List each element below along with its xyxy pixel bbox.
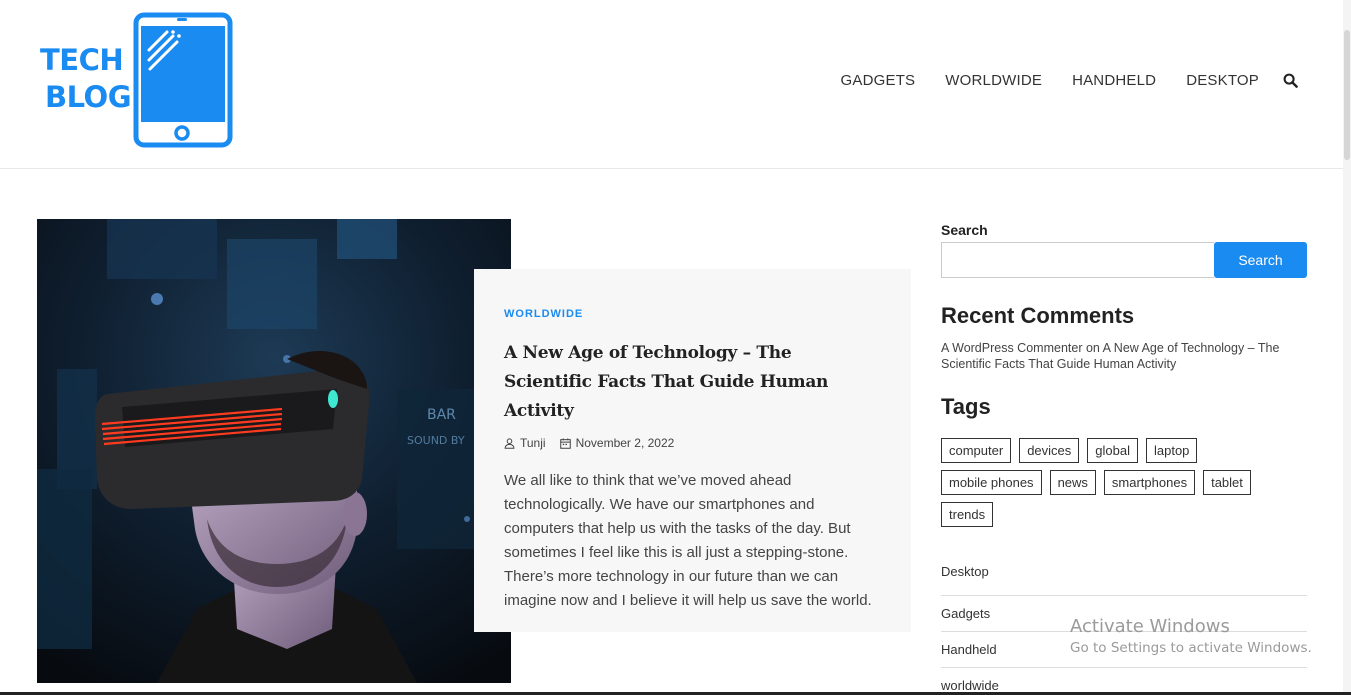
post-featured-image[interactable]: BAR SOUND BY bbox=[37, 219, 511, 683]
nav-item-desktop[interactable]: DESKTOP bbox=[1186, 72, 1259, 89]
comment-connector: on bbox=[1085, 341, 1100, 355]
vr-headset-photo: BAR SOUND BY bbox=[37, 219, 511, 683]
comment-author-link[interactable]: A WordPress Commenter bbox=[941, 341, 1082, 355]
post-author[interactable]: Tunji bbox=[504, 436, 546, 450]
tag-trends[interactable]: trends bbox=[941, 502, 994, 527]
recent-comment-item: A WordPress Commenter on A New Age of Te… bbox=[941, 340, 1307, 372]
post-date[interactable]: November 2, 2022 bbox=[559, 436, 675, 450]
nav-item-handheld[interactable]: HANDHELD bbox=[1072, 72, 1156, 89]
tag-smartphones[interactable]: smartphones bbox=[1103, 470, 1196, 495]
watermark-line-2: Go to Settings to activate Windows. bbox=[1070, 640, 1312, 656]
post-date-text: November 2, 2022 bbox=[575, 436, 675, 450]
post-meta: Tunji November 2, 2022 bbox=[504, 436, 881, 450]
category-item-worldwide[interactable]: worldwide bbox=[941, 668, 1307, 695]
post-category[interactable]: WORLDWIDE bbox=[504, 308, 583, 320]
user-icon bbox=[504, 437, 515, 449]
scrollbar-thumb[interactable] bbox=[1344, 30, 1350, 160]
tag-mobile-phones[interactable]: mobile phones bbox=[941, 470, 1042, 495]
sidebar-search-input[interactable] bbox=[941, 242, 1214, 278]
search-form: Search bbox=[941, 242, 1307, 278]
svg-text:BAR: BAR bbox=[427, 407, 456, 423]
recent-comments-title: Recent Comments bbox=[941, 303, 1135, 328]
tablet-icon bbox=[133, 12, 233, 148]
logo-text: TECH BLOG bbox=[40, 42, 132, 116]
search-icon[interactable] bbox=[1283, 73, 1299, 89]
calendar-icon bbox=[559, 437, 571, 449]
tag-news[interactable]: news bbox=[1049, 470, 1096, 495]
category-item-desktop[interactable]: Desktop bbox=[941, 560, 1307, 596]
tag-cloud: computer devices global laptop mobile ph… bbox=[941, 438, 1281, 534]
nav-item-gadgets[interactable]: GADGETS bbox=[841, 72, 916, 89]
nav-item-worldwide[interactable]: WORLDWIDE bbox=[945, 72, 1042, 89]
post-excerpt: We all like to think that we’ve moved ah… bbox=[504, 472, 872, 609]
windows-activation-watermark: Activate Windows Go to Settings to activ… bbox=[1070, 616, 1312, 656]
logo-line-1: TECH bbox=[40, 43, 124, 77]
site-header: TECH BLOG GADGETS WORLDWIDE HANDHELD DES… bbox=[0, 0, 1351, 169]
tag-global[interactable]: global bbox=[1087, 438, 1138, 463]
post-title[interactable]: A New Age of Technology – The Scientific… bbox=[504, 339, 881, 426]
search-widget-label: Search bbox=[941, 222, 988, 238]
tag-devices[interactable]: devices bbox=[1019, 438, 1080, 463]
sidebar-search-button[interactable]: Search bbox=[1214, 242, 1307, 278]
page-scrollbar[interactable] bbox=[1343, 0, 1351, 695]
post-card: WORLDWIDE A New Age of Technology – The … bbox=[474, 269, 911, 632]
main-nav: GADGETS WORLDWIDE HANDHELD DESKTOP bbox=[811, 72, 1299, 89]
tag-computer[interactable]: computer bbox=[941, 438, 1012, 463]
watermark-line-1: Activate Windows bbox=[1070, 616, 1230, 637]
svg-text:SOUND BY: SOUND BY bbox=[407, 434, 465, 447]
tags-title: Tags bbox=[941, 394, 991, 419]
tag-tablet[interactable]: tablet bbox=[1203, 470, 1251, 495]
site-logo[interactable]: TECH BLOG bbox=[40, 12, 236, 150]
logo-line-2: BLOG bbox=[45, 80, 132, 114]
post-author-name: Tunji bbox=[520, 436, 546, 450]
tag-laptop[interactable]: laptop bbox=[1145, 438, 1198, 463]
